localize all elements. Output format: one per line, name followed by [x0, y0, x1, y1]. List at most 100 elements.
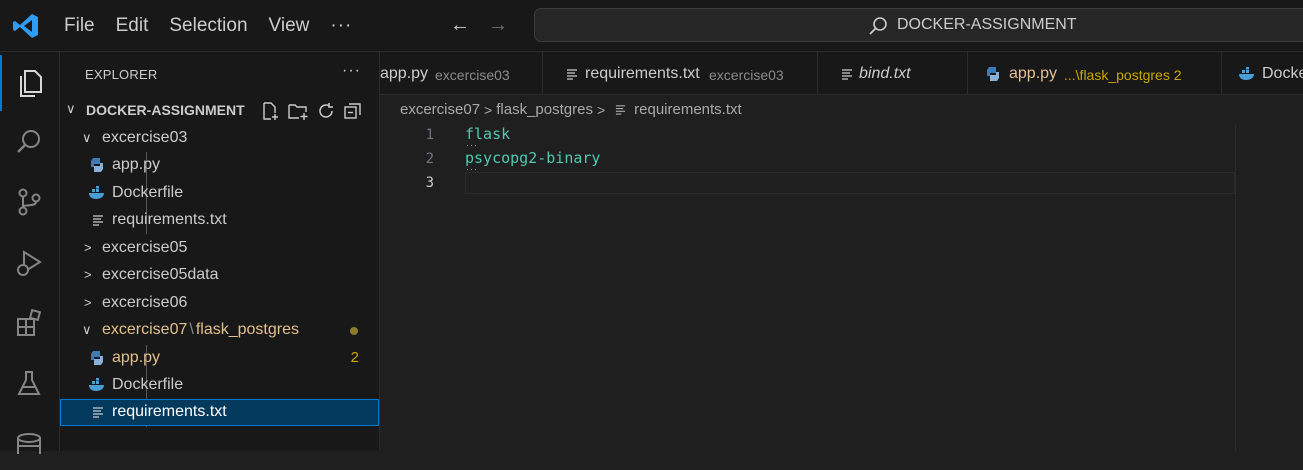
new-folder-icon[interactable] [288, 102, 308, 120]
text-file-icon [93, 407, 103, 418]
file-dockerfile-ex07[interactable]: Dockerfile [60, 372, 379, 399]
spelling-hint-dots: ··· [466, 164, 478, 174]
file-requirements-ex03[interactable]: requirements.txt [60, 207, 379, 234]
tab-description: excercise03 [435, 67, 510, 83]
editor-ruler [1235, 124, 1236, 451]
chevron-down-icon: ∨ [82, 322, 92, 337]
python-icon [91, 158, 103, 172]
activity-bar [0, 52, 60, 454]
current-line-highlight [465, 172, 1235, 194]
problems-count-badge: 2 [350, 349, 359, 366]
menu-file[interactable]: File [64, 15, 95, 37]
python-icon [987, 67, 999, 81]
chevron-down-icon: ∨ [66, 101, 76, 116]
new-file-icon[interactable] [261, 102, 279, 120]
menu-view[interactable]: View [269, 15, 310, 37]
search-text: DOCKER-ASSIGNMENT [897, 16, 1077, 33]
file-label: app.py [112, 156, 161, 173]
chevron-right-icon: > [84, 240, 92, 255]
line-number: 2 [425, 151, 434, 167]
tab-label: bind.txt [859, 65, 911, 82]
text-file-icon [93, 215, 103, 226]
modified-dot-icon [350, 327, 358, 335]
chevron-right-icon: > [84, 267, 92, 282]
back-arrow-icon[interactable]: ← [450, 14, 470, 37]
folder-label: excercise07 \ flask_postgres [102, 321, 299, 338]
refresh-icon[interactable] [317, 102, 335, 120]
menu-more[interactable]: ··· [330, 15, 352, 37]
menu-bar: File Edit Selection View ··· [64, 0, 373, 52]
code-line[interactable]: psycopg2-binary [465, 149, 600, 167]
source-control-icon [18, 188, 41, 216]
docker-icon [89, 186, 104, 199]
folder-label: excercise05data [102, 266, 219, 283]
explorer-more-button[interactable]: ··· [342, 62, 361, 80]
tab-description: excercise03 [709, 67, 784, 83]
breadcrumb-item[interactable]: flask_postgres [496, 101, 593, 118]
chevron-right-icon: > [484, 101, 493, 118]
folder-excercise06[interactable]: > excercise06 [60, 290, 379, 317]
file-label: app.py [112, 349, 161, 366]
collapse-all-icon[interactable] [344, 102, 362, 120]
folder-label: excercise06 [102, 294, 188, 311]
text-file-icon [567, 69, 577, 80]
explorer-root-folder[interactable]: ∨ DOCKER-ASSIGNMENT [60, 96, 379, 123]
run-debug-activity[interactable] [0, 235, 58, 291]
file-label: Dockerfile [112, 376, 184, 393]
text-file-icon [842, 69, 852, 80]
chevron-right-icon: > [596, 101, 606, 118]
folder-excercise05[interactable]: > excercise05 [60, 235, 379, 262]
file-label: requirements.txt [112, 403, 227, 420]
file-dockerfile-ex03[interactable]: Dockerfile [60, 180, 379, 207]
tab-app-py-ex03[interactable]: app.py excercise03 [380, 52, 543, 94]
tab-label: requirements.txt [585, 65, 700, 82]
file-label: requirements.txt [112, 211, 227, 228]
tab-requirements-ex03[interactable]: requirements.txt excercise03 [543, 52, 818, 94]
run-debug-icon [17, 250, 42, 276]
chevron-down-icon: ∨ [82, 130, 92, 145]
chevron-right-icon: > [84, 295, 92, 310]
docker-icon [89, 378, 104, 391]
root-folder-label: DOCKER-ASSIGNMENT [86, 102, 245, 118]
code-editor[interactable]: 1 flask ··· 2 psycopg2-binary ··· 3 [380, 124, 1303, 451]
tab-label: app.py [380, 65, 429, 82]
folder-excercise03[interactable]: ∨ excercise03 [60, 125, 379, 152]
text-file-icon [616, 105, 626, 115]
search-activity[interactable] [0, 114, 58, 170]
tab-dockerfile[interactable]: Docke [1222, 52, 1303, 94]
folder-excercise05data[interactable]: > excercise05data [60, 262, 379, 289]
folder-label: excercise05 [102, 239, 188, 256]
file-requirements-ex07[interactable]: requirements.txt [60, 399, 379, 426]
vscode-logo-icon [13, 14, 38, 38]
tab-description: ...\flask_postgres 2 [1064, 67, 1182, 83]
file-app-py-ex07[interactable]: app.py 2 [60, 345, 379, 372]
explorer-title: EXPLORER [85, 67, 158, 82]
search-icon [17, 130, 40, 153]
tab-bind-txt[interactable]: bind.txt [818, 52, 968, 94]
search-icon [869, 17, 887, 35]
file-app-py-ex03[interactable]: app.py [60, 152, 379, 179]
folder-excercise07-flask-postgres[interactable]: ∨ excercise07 \ flask_postgres [60, 317, 379, 344]
breadcrumb: excercise07 > flask_postgres > requireme… [400, 101, 742, 118]
menu-edit[interactable]: Edit [116, 15, 149, 37]
command-center-search[interactable]: DOCKER-ASSIGNMENT [534, 8, 1303, 42]
tab-app-py-flask-postgres[interactable]: app.py ...\flask_postgres 2 [968, 52, 1222, 94]
breadcrumb-item[interactable]: requirements.txt [634, 101, 742, 118]
menu-selection[interactable]: Selection [169, 15, 247, 37]
database-activity[interactable] [0, 414, 58, 470]
python-icon [91, 351, 103, 365]
file-label: Dockerfile [112, 184, 184, 201]
database-icon [17, 433, 41, 454]
forward-arrow-icon[interactable]: → [488, 14, 508, 37]
extensions-activity[interactable] [0, 295, 58, 351]
docker-icon [1239, 67, 1254, 80]
folder-label: excercise03 [102, 129, 188, 146]
testing-activity[interactable] [0, 355, 58, 411]
explorer-activity[interactable] [0, 55, 58, 111]
title-bar: File Edit Selection View ··· ← → DOCKER-… [0, 0, 1303, 52]
flask-icon [17, 371, 41, 395]
breadcrumb-item[interactable]: excercise07 [400, 101, 480, 118]
editor-tab-bar: app.py excercise03 requirements.txt exce… [380, 52, 1303, 95]
source-control-activity[interactable] [0, 174, 58, 230]
extensions-icon [17, 309, 42, 336]
